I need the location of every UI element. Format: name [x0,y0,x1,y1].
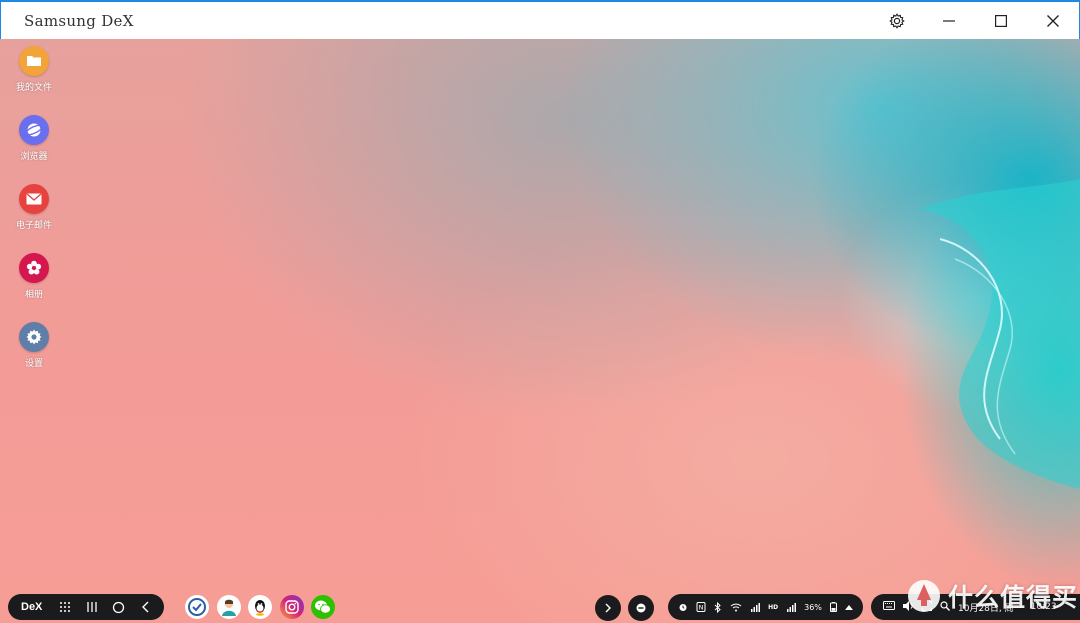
keyboard-icon[interactable] [883,601,895,613]
caret-up-icon [844,604,853,610]
window-title: Samsung DeX [24,11,134,30]
back-icon[interactable] [132,594,159,620]
signal-2-icon [786,602,797,612]
desktop-wallpaper: 我的文件 浏览器 电子邮件 相册 设置 [0,39,1080,623]
maximize-icon[interactable] [975,2,1027,39]
instagram-icon[interactable] [280,595,304,619]
minimize-icon[interactable] [923,2,975,39]
home-icon[interactable] [105,594,132,620]
desktop-icon-my-files[interactable]: 我的文件 [6,46,62,93]
dex-navigation-pill: DeX [8,594,164,620]
signal-1-icon [750,602,761,612]
alarm-icon [678,602,688,612]
gear-icon[interactable] [871,2,923,39]
svg-text:N: N [699,604,704,612]
gallery-icon [19,253,49,283]
hd-voice-label: HD [768,603,779,611]
notification-dot-icon[interactable] [628,595,654,621]
desktop-icon-label: 我的文件 [15,83,52,93]
expand-chevron-icon[interactable] [595,595,621,621]
watermark-text: 什么值得买 [948,583,1079,612]
status-bar-pill[interactable]: N HD 36% [668,594,863,620]
qq-icon[interactable] [248,595,272,619]
window-titlebar: Samsung DeX [0,0,1080,39]
browser-icon [19,115,49,145]
desktop-icon-label: 浏览器 [20,152,48,162]
app-check-icon[interactable] [185,595,209,619]
window-controls [871,2,1079,39]
desktop-icon-email[interactable]: 电子邮件 [6,184,62,231]
desktop-icon-settings[interactable]: 设置 [6,322,62,369]
desktop-icon-browser[interactable]: 浏览器 [6,115,62,162]
settings-icon [19,322,49,352]
folder-icon [19,46,49,76]
wallpaper-wave [920,179,1080,489]
app-avatar-icon[interactable] [217,595,241,619]
battery-icon [829,602,837,612]
desktop-icon-gallery[interactable]: 相册 [6,253,62,300]
desktop-icon-label: 相册 [24,290,43,300]
battery-percent: 36% [804,602,822,612]
desktop-icon-label: 电子邮件 [15,221,52,231]
dex-button[interactable]: DeX [21,601,51,613]
bluetooth-icon [714,601,722,613]
apps-grid-icon[interactable] [51,594,78,620]
wifi-icon [730,603,742,612]
close-icon[interactable] [1027,2,1079,39]
desktop-icon-label: 设置 [24,359,43,369]
nfc-icon: N [696,602,706,612]
site-watermark: 什么值得买 [906,578,1078,614]
wechat-icon[interactable] [311,595,335,619]
watermark-logo-icon [908,580,940,612]
recents-icon[interactable] [78,594,105,620]
mail-icon [19,184,49,214]
